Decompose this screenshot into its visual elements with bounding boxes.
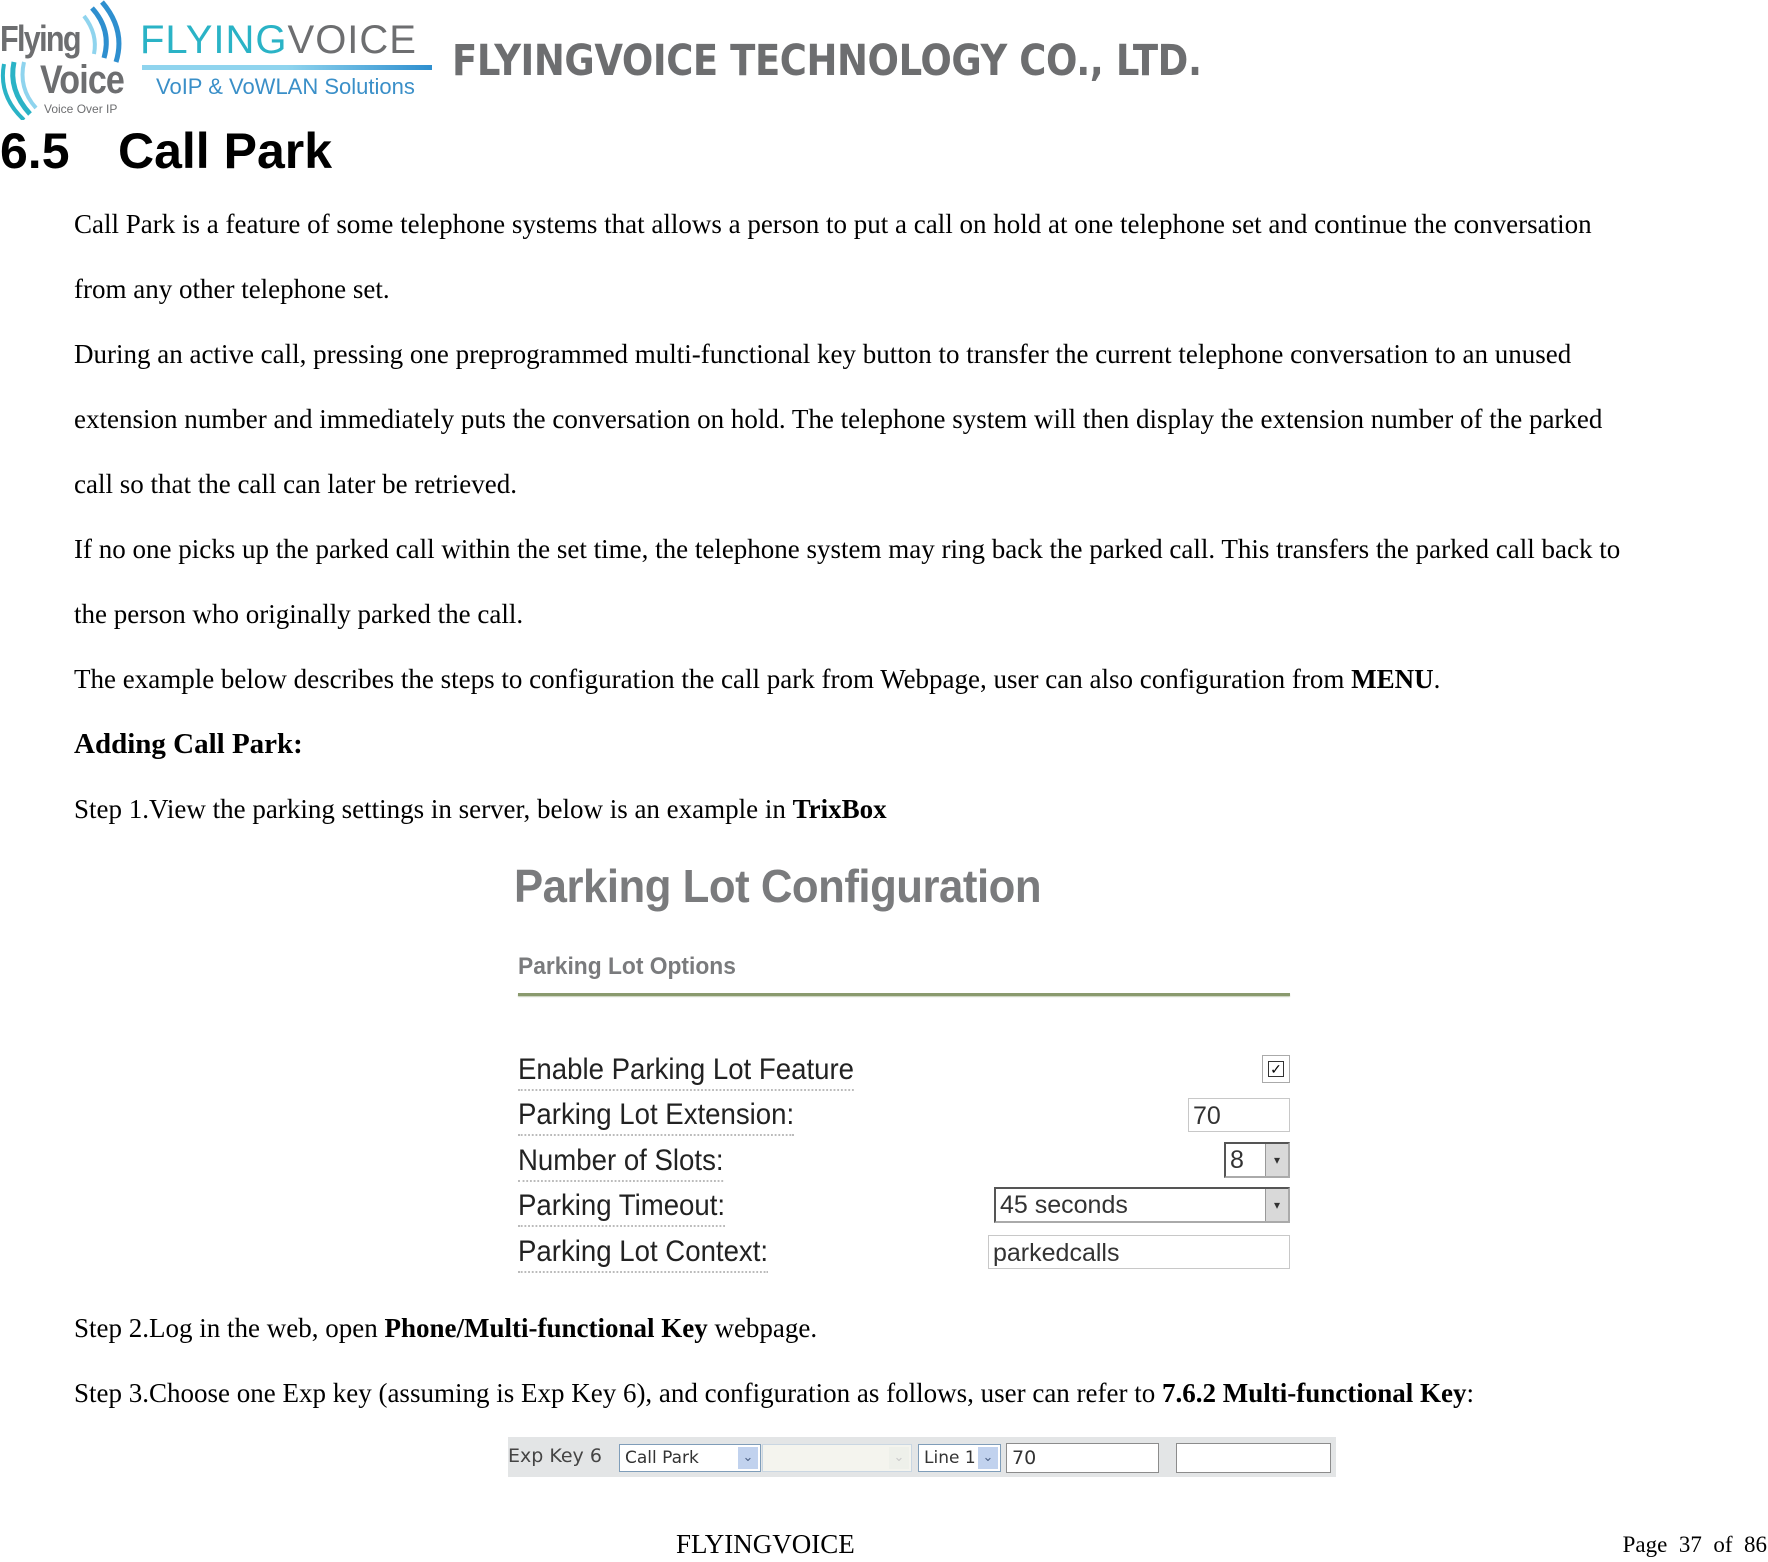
timeout-label: Parking Timeout: xyxy=(518,1189,726,1227)
step-1: Step 1.View the parking settings in serv… xyxy=(74,794,887,824)
brand-logo: FLYINGVOICE VoIP & VoWLAN Solutions xyxy=(140,18,435,108)
exp-key-value-input[interactable]: 70 xyxy=(1006,1443,1159,1473)
slots-value: 8 xyxy=(1230,1146,1244,1174)
text-run: : xyxy=(1466,1378,1475,1408)
brand-underline xyxy=(142,65,432,70)
parking-lot-options-subtitle: Parking Lot Options xyxy=(518,953,736,980)
context-label: Parking Lot Context: xyxy=(518,1235,769,1273)
timeout-row: Parking Timeout: 45 seconds ▾ xyxy=(518,1187,1290,1229)
context-row: Parking Lot Context: parkedcalls xyxy=(518,1233,1290,1275)
timeout-value: 45 seconds xyxy=(1000,1191,1128,1219)
text-run: Step 2.Log in the web, open xyxy=(74,1313,385,1343)
slots-label: Number of Slots: xyxy=(518,1144,724,1182)
menu-bold: MENU xyxy=(1351,664,1434,694)
chevron-down-icon: ⌄ xyxy=(738,1447,758,1469)
paragraph-line: the person who originally parked the cal… xyxy=(74,599,524,629)
paragraph-menu-note: The example below describes the steps to… xyxy=(74,664,1440,694)
enable-parking-label: Enable Parking Lot Feature xyxy=(518,1053,855,1091)
exp-key-row: Exp Key 6 Call Park ⌄ ⌄ Line 1 ⌄ 70 xyxy=(508,1437,1336,1477)
section-title-text: Call Park xyxy=(118,123,333,179)
paragraph-line: During an active call, pressing one prep… xyxy=(74,339,1572,369)
dropdown-arrow-icon: ▾ xyxy=(1265,1189,1288,1221)
exp-key-line-select[interactable]: Line 1 ⌄ xyxy=(918,1444,1001,1472)
flyingvoice-logo-icon: Flying Voice Voice Over IP xyxy=(0,0,128,120)
timeout-select[interactable]: 45 seconds ▾ xyxy=(994,1187,1290,1223)
exp-key-extra-input[interactable] xyxy=(1176,1443,1331,1473)
brand-part-voice: VOICE xyxy=(287,18,417,62)
text-run: . xyxy=(1433,664,1441,694)
exp-key-account-select[interactable]: ⌄ xyxy=(762,1444,912,1472)
line-value: Line 1 xyxy=(924,1448,976,1468)
exp-key-type-select[interactable]: Call Park ⌄ xyxy=(619,1444,761,1472)
context-input[interactable]: parkedcalls xyxy=(988,1235,1290,1269)
extension-input[interactable]: 70 xyxy=(1188,1098,1290,1132)
parking-lot-configuration-panel: Parking Lot Configuration Parking Lot Op… xyxy=(510,855,1290,1275)
section-number: 6.5 xyxy=(0,123,70,179)
section-divider xyxy=(518,993,1290,996)
text-run: webpage. xyxy=(707,1313,818,1343)
paragraph-line: from any other telephone set. xyxy=(74,274,390,304)
page-number: Page 37 of 86 xyxy=(1623,1532,1767,1558)
brand-tagline: VoIP & VoWLAN Solutions xyxy=(156,74,415,99)
page-current: 37 xyxy=(1678,1532,1702,1557)
chevron-down-icon: ⌄ xyxy=(889,1447,909,1469)
slots-select[interactable]: 8 ▾ xyxy=(1224,1142,1290,1178)
paragraph-line: If no one picks up the parked call withi… xyxy=(74,534,1621,564)
enable-parking-checkbox[interactable]: ✓ xyxy=(1262,1055,1290,1083)
multi-functional-key-bold: Phone/Multi-functional Key xyxy=(384,1313,708,1343)
page-label: Page xyxy=(1622,1532,1668,1557)
trixbox-bold: TrixBox xyxy=(792,794,887,824)
text-run: Step 3.Choose one Exp key (assuming is E… xyxy=(74,1378,1163,1408)
text-run: The example below describes the steps to… xyxy=(74,664,1352,694)
company-name: FLYINGVOICE TECHNOLOGY CO., LTD. xyxy=(452,36,1202,86)
slots-row: Number of Slots: 8 ▾ xyxy=(518,1142,1290,1184)
adding-call-park-heading: Adding Call Park: xyxy=(74,728,303,760)
page-total: 86 xyxy=(1744,1532,1767,1557)
footer-brand: FLYINGVOICE xyxy=(676,1529,855,1559)
parking-lot-title: Parking Lot Configuration xyxy=(514,860,1042,912)
page-of: of xyxy=(1713,1532,1733,1557)
logo-text-flying: Flying xyxy=(0,18,82,59)
logo-tagline-voip: Voice Over IP xyxy=(44,102,118,116)
section-reference-bold: 7.6.2 Multi-functional Key xyxy=(1162,1378,1467,1408)
checkmark-icon: ✓ xyxy=(1268,1061,1284,1077)
section-title: 6.5 Call Park xyxy=(0,122,332,180)
chevron-down-icon: ⌄ xyxy=(978,1447,998,1469)
paragraph-line: extension number and immediately puts th… xyxy=(74,404,1603,434)
extension-label: Parking Lot Extension: xyxy=(518,1098,795,1136)
step-3: Step 3.Choose one Exp key (assuming is E… xyxy=(74,1378,1474,1408)
step-2: Step 2.Log in the web, open Phone/Multi-… xyxy=(74,1313,817,1343)
type-value: Call Park xyxy=(625,1448,699,1468)
brand-part-flying: FLYING xyxy=(140,18,288,62)
exp-key-label: Exp Key 6 xyxy=(508,1445,602,1467)
enable-parking-row: Enable Parking Lot Feature ✓ xyxy=(518,1051,1290,1093)
text-run: Step 1.View the parking settings in serv… xyxy=(74,794,793,824)
brand-wordmark: FLYINGVOICE xyxy=(140,18,435,62)
paragraph-line: call so that the call can later be retri… xyxy=(74,469,518,499)
logo-text-voice: Voice xyxy=(40,58,125,102)
extension-row: Parking Lot Extension: 70 xyxy=(518,1096,1290,1138)
dropdown-arrow-icon: ▾ xyxy=(1265,1144,1288,1176)
paragraph-line: Call Park is a feature of some telephone… xyxy=(74,209,1592,239)
